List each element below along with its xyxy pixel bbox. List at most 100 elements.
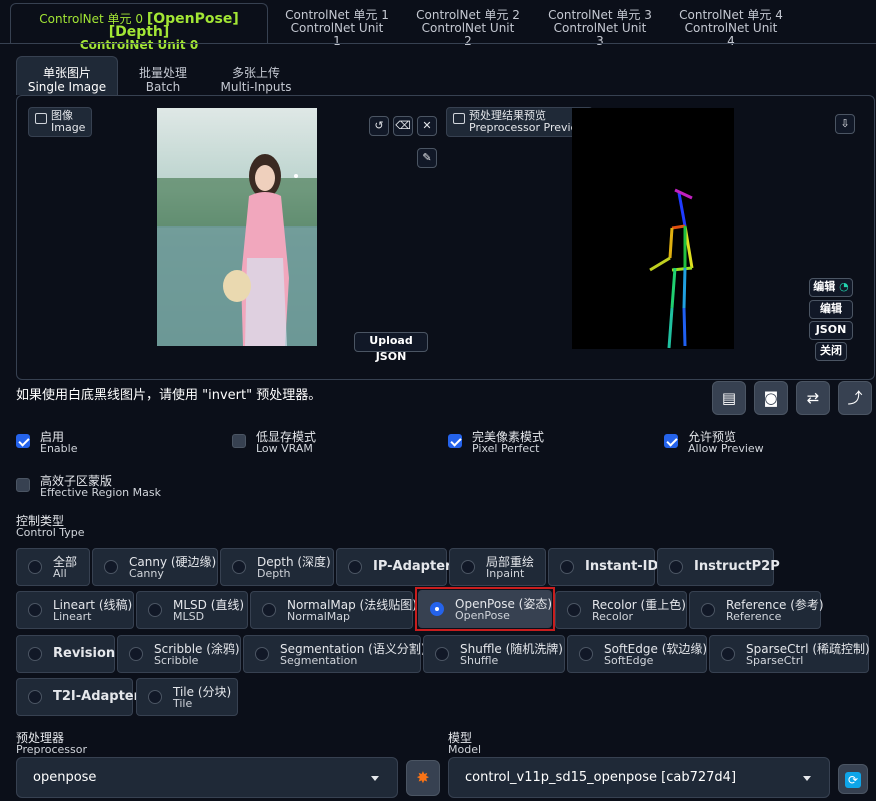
brush-button[interactable]: ✎	[417, 148, 437, 168]
control-type-instructp2p[interactable]: InstructP2P	[657, 548, 780, 586]
enable-checkbox[interactable]: 启用 Enable	[16, 431, 77, 455]
chevron-down-icon	[371, 776, 379, 781]
label-en: Image	[51, 121, 86, 134]
refresh-icon: ⟳	[845, 771, 861, 788]
edit-openpose-button[interactable]: 编辑 ◔	[809, 278, 853, 297]
option-label-en: Inpaint	[486, 567, 525, 580]
camera-icon[interactable]: ◙	[754, 381, 788, 415]
label-en: Allow Preview	[688, 442, 764, 455]
option-label-en: All	[53, 567, 67, 580]
control-type-lineart[interactable]: Lineart (线稿) Lineart	[16, 591, 134, 629]
control-type-depth[interactable]: Depth (深度) Depth	[220, 548, 334, 586]
radio-dot	[579, 647, 593, 661]
control-type-label: 控制类型 Control Type	[16, 515, 85, 539]
portrait-photo	[157, 108, 317, 346]
select-value: control_v11p_sd15_openpose [cab727d4]	[465, 770, 737, 785]
control-type-normalmap[interactable]: NormalMap (法线贴图) NormalMap	[250, 591, 417, 629]
option-label: IP-Adapter	[373, 559, 452, 574]
effective-region-mask-checkbox[interactable]: 高效子区蒙版 Effective Region Mask	[16, 475, 161, 499]
run-preprocessor-button[interactable]: ✸	[406, 760, 440, 796]
control-type-segmentation[interactable]: Segmentation (语义分割) Segmentation	[243, 635, 426, 673]
tab-single-image[interactable]: 单张图片 Single Image	[16, 56, 118, 95]
tab-label-en: ControlNet Unit 3	[553, 21, 647, 48]
option-label-en: Scribble	[154, 654, 199, 667]
label-en: Low VRAM	[256, 442, 313, 455]
option-label-en: Segmentation	[280, 654, 358, 667]
control-type-recolor[interactable]: Recolor (重上色) Recolor	[555, 591, 687, 629]
preprocessor-select[interactable]: openpose	[16, 757, 398, 798]
json-button[interactable]: JSON	[809, 321, 853, 340]
radio-dot	[129, 647, 143, 661]
edit-button[interactable]: 编辑	[809, 300, 853, 319]
tab-batch[interactable]: 批量处理 Batch	[128, 66, 198, 94]
image-icon	[453, 113, 465, 124]
label-en: Preprocessor	[16, 743, 88, 756]
tab-label-en: Single Image	[27, 80, 107, 94]
select-value: openpose	[33, 770, 97, 785]
radio-dot	[28, 603, 42, 617]
allow-preview-checkbox[interactable]: 允许预览 Allow Preview	[664, 431, 764, 455]
label-en: Control Type	[16, 526, 85, 539]
radio-dot	[232, 560, 246, 574]
preprocessor-label: 预处理器 Preprocessor	[16, 732, 87, 756]
control-type-mlsd[interactable]: MLSD (直线) MLSD	[136, 591, 248, 629]
control-type-shuffle[interactable]: Shuffle (随机洗牌) Shuffle	[423, 635, 565, 673]
control-type-tile[interactable]: Tile (分块) Tile	[136, 678, 238, 716]
checkbox-mark	[664, 434, 678, 448]
pixel-perfect-checkbox[interactable]: 完美像素模式 Pixel Perfect	[448, 431, 544, 455]
download-button[interactable]: ⇩	[835, 114, 855, 134]
radio-dot	[701, 603, 715, 617]
refresh-models-button[interactable]: ⟳	[838, 764, 868, 794]
option-label-en: MLSD	[173, 610, 205, 623]
control-type-softedge[interactable]: SoftEdge (软边缘) SoftEdge	[567, 635, 707, 673]
option-label: Instant-ID	[585, 559, 659, 574]
tab-divider	[0, 43, 876, 44]
input-image[interactable]	[157, 108, 317, 346]
control-type-ip-adapter[interactable]: IP-Adapter	[336, 548, 451, 586]
tab-multi-inputs[interactable]: 多张上传 Multi-Inputs	[216, 66, 296, 94]
openpose-highlight	[415, 587, 555, 631]
control-type-inpaint[interactable]: 局部重绘 Inpaint	[449, 548, 546, 586]
upload-json-button[interactable]: Upload JSON	[354, 332, 428, 363]
option-label-en: Tile	[173, 697, 193, 710]
image-panel	[16, 95, 875, 380]
label-en: Preprocessor Preview	[469, 121, 587, 134]
model-select[interactable]: control_v11p_sd15_openpose [cab727d4]	[448, 757, 830, 798]
control-type-canny[interactable]: Canny (硬边缘) Canny	[92, 548, 218, 586]
erase-button[interactable]: ⌫	[393, 116, 413, 136]
swap-icon[interactable]: ⇄	[796, 381, 830, 415]
control-type-sparsectrl[interactable]: SparseCtrl (稀疏控制) SparseCtrl	[709, 635, 870, 673]
option-label: Revision	[53, 646, 116, 661]
close-preview-button[interactable]: 关闭	[815, 342, 847, 361]
checkbox-mark	[448, 434, 462, 448]
option-label-en: Canny	[129, 567, 164, 580]
control-type-t2i-adapter[interactable]: T2I-Adapter	[16, 678, 140, 716]
pose-skeleton	[649, 188, 694, 349]
option-label: InstructP2P	[694, 559, 780, 574]
close-button[interactable]: ✕	[417, 116, 437, 136]
option-label-en: SoftEdge	[604, 654, 654, 667]
tab-label-en: Multi-Inputs	[220, 80, 292, 94]
control-type-instant-id[interactable]: Instant-ID	[548, 548, 659, 586]
option-label-en: NormalMap	[287, 610, 351, 623]
radio-dot	[28, 690, 42, 704]
option-label-en: Recolor	[592, 610, 634, 623]
preprocessor-preview-image	[572, 108, 734, 349]
control-type-revision[interactable]: Revision	[16, 635, 115, 673]
control-type-reference[interactable]: Reference (参考) Reference	[689, 591, 824, 629]
undo-button[interactable]: ↺	[369, 116, 389, 136]
radio-dot	[567, 603, 581, 617]
control-type-all[interactable]: 全部 All	[16, 548, 90, 586]
control-type-scribble[interactable]: Scribble (涂鸦) Scribble	[117, 635, 241, 673]
tab-controlnet-unit-0[interactable]: ControlNet 单元 0 [OpenPose][Depth] Contro…	[10, 3, 268, 52]
send-icon[interactable]: ⤴	[838, 381, 872, 415]
radio-dot	[262, 603, 276, 617]
invert-hint: 如果使用白底黑线图片，请使用 "invert" 预处理器。	[16, 388, 322, 403]
low-vram-checkbox[interactable]: 低显存模式 Low VRAM	[232, 431, 316, 455]
radio-dot	[348, 560, 362, 574]
document-icon[interactable]: ▤	[712, 381, 746, 415]
tab-label-en: Batch	[145, 80, 181, 94]
option-label-en: Depth	[257, 567, 291, 580]
option-label: T2I-Adapter	[53, 689, 141, 704]
radio-dot	[560, 560, 574, 574]
